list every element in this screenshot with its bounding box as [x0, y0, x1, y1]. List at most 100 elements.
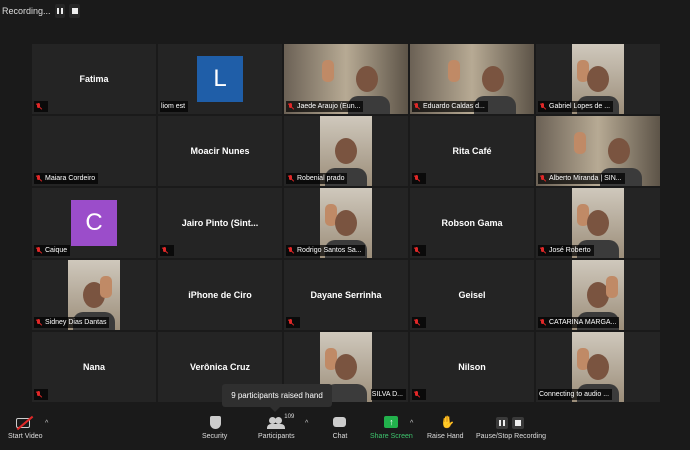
- security-button[interactable]: Security: [202, 416, 227, 440]
- participant-label: CATARINA MARGA...: [538, 317, 620, 328]
- participant-label: Maiara Cordeiro: [34, 173, 99, 184]
- raised-hands-toast[interactable]: 9 participants raised hand: [222, 384, 332, 412]
- muted-mic-icon: [35, 174, 42, 183]
- participant-name: Nilson: [458, 362, 486, 372]
- raised-hand: [100, 276, 112, 298]
- muted-mic-icon: [539, 174, 546, 183]
- muted-mic-icon: [35, 246, 42, 255]
- video-off-icon: [16, 415, 34, 431]
- muted-mic-icon: [413, 390, 420, 399]
- participants-label: Participants: [258, 433, 295, 440]
- participants-count: 109: [284, 414, 295, 420]
- participant-label: Robenial prado: [286, 173, 348, 184]
- participant-tile[interactable]: Rodrigo Santos Sa...: [284, 188, 408, 258]
- participant-label-text: Eduardo Caldas d...: [423, 103, 485, 110]
- participant-label-text: SILVA D...: [371, 391, 403, 398]
- participant-tile[interactable]: Connecting to audio ...: [536, 332, 660, 402]
- participant-tile[interactable]: Nana: [32, 332, 156, 402]
- participant-label-text: Alberto Miranda | SIN...: [549, 175, 622, 182]
- recording-label: Recording...: [2, 6, 51, 16]
- share-options-caret[interactable]: ^: [410, 420, 413, 427]
- participant-tile[interactable]: Dayane Serrinha: [284, 260, 408, 330]
- participants-options-caret[interactable]: ^: [305, 420, 308, 427]
- participant-tile[interactable]: Robenial prado: [284, 116, 408, 186]
- participant-tile[interactable]: L liom est: [158, 44, 282, 114]
- muted-mic-icon: [287, 102, 294, 111]
- participant-tile[interactable]: Nilson: [410, 332, 534, 402]
- participant-label-text: Sidney Dias Dantas: [45, 319, 107, 326]
- stop-icon: [71, 8, 78, 14]
- participant-head: [356, 66, 378, 92]
- stop-icon: [512, 417, 525, 429]
- participant-tile[interactable]: Jairo Pinto (Sint...: [158, 188, 282, 258]
- participant-tile[interactable]: Jaede Araujo (Eun...: [284, 44, 408, 114]
- participant-tile[interactable]: Robson Gama: [410, 188, 534, 258]
- muted-mic-icon: [539, 246, 546, 255]
- participant-label: [286, 317, 300, 328]
- participant-tile[interactable]: Maiara Cordeiro: [32, 116, 156, 186]
- meeting-toolbar: Start Video ^ Security 109 Participants …: [0, 412, 690, 450]
- participant-tile[interactable]: Sidney Dias Dantas: [32, 260, 156, 330]
- participant-label-text: Rodrigo Santos Sa...: [297, 247, 362, 254]
- pause-stop-recording-button[interactable]: Pause/Stop Recording: [476, 416, 546, 440]
- pause-recording-button[interactable]: [54, 4, 66, 18]
- muted-mic-icon: [413, 318, 420, 327]
- chat-icon: [331, 416, 349, 430]
- share-screen-icon: ↑: [382, 416, 400, 430]
- participant-name: Nana: [82, 362, 105, 372]
- participant-tile-active-speaker[interactable]: Alberto Miranda | SIN...: [536, 116, 660, 186]
- participant-tile[interactable]: Geisel: [410, 260, 534, 330]
- chat-button[interactable]: Chat: [331, 416, 349, 440]
- raised-hand: [448, 60, 460, 82]
- participant-head: [335, 354, 357, 380]
- participant-tile[interactable]: José Roberto: [536, 188, 660, 258]
- participant-head: [587, 354, 609, 380]
- participant-head: [608, 138, 630, 164]
- participant-tile[interactable]: Rita Café: [410, 116, 534, 186]
- participant-label-text: liom est: [161, 103, 186, 110]
- people-icon: 109: [267, 414, 294, 430]
- toast-text: 9 participants raised hand: [231, 391, 323, 400]
- muted-mic-icon: [413, 246, 420, 255]
- participant-label: Alberto Miranda | SIN...: [538, 173, 625, 184]
- shield-icon: [206, 416, 224, 430]
- recording-controls-icon: [496, 416, 525, 430]
- participant-tile[interactable]: CATARINA MARGA...: [536, 260, 660, 330]
- participants-button[interactable]: 109 Participants: [258, 414, 295, 440]
- stop-recording-button[interactable]: [69, 4, 80, 18]
- recording-indicator: Recording...: [0, 0, 80, 22]
- participant-label: Jaede Araujo (Eun...: [286, 101, 364, 112]
- participant-label-text: Robenial prado: [297, 175, 345, 182]
- start-video-button[interactable]: Start Video: [8, 415, 43, 440]
- participant-label: [160, 245, 174, 256]
- muted-mic-icon: [35, 390, 42, 399]
- participant-tile[interactable]: iPhone de Ciro: [158, 260, 282, 330]
- participant-label: [412, 389, 426, 400]
- raise-hand-button[interactable]: ✋ Raise Hand: [427, 415, 464, 440]
- participant-label: Caique: [34, 245, 71, 256]
- video-options-caret[interactable]: ^: [45, 420, 48, 427]
- participant-name: Fatima: [79, 74, 109, 84]
- participant-name: iPhone de Ciro: [188, 290, 252, 300]
- participant-head: [335, 138, 357, 164]
- participant-tile[interactable]: C Caique: [32, 188, 156, 258]
- participant-tile[interactable]: Fatima: [32, 44, 156, 114]
- participant-name: Moacir Nunes: [190, 146, 250, 156]
- participant-label: liom est: [160, 101, 189, 112]
- muted-mic-icon: [413, 102, 420, 111]
- participant-label: SILVA D...: [370, 389, 406, 400]
- participant-tile[interactable]: Gabriel Lopes de ...: [536, 44, 660, 114]
- muted-mic-icon: [161, 246, 168, 255]
- participant-tile[interactable]: Moacir Nunes: [158, 116, 282, 186]
- muted-mic-icon: [539, 102, 546, 111]
- participant-tile[interactable]: Eduardo Caldas d...: [410, 44, 534, 114]
- pause-stop-recording-label: Pause/Stop Recording: [476, 433, 547, 440]
- participant-label: [412, 245, 426, 256]
- participant-head: [587, 210, 609, 236]
- muted-mic-icon: [287, 318, 294, 327]
- participant-head: [482, 66, 504, 92]
- share-screen-button[interactable]: ↑ Share Screen: [370, 416, 413, 440]
- participant-label: Sidney Dias Dantas: [34, 317, 110, 328]
- participant-label: [412, 173, 426, 184]
- participant-label-text: Jaede Araujo (Eun...: [297, 103, 361, 110]
